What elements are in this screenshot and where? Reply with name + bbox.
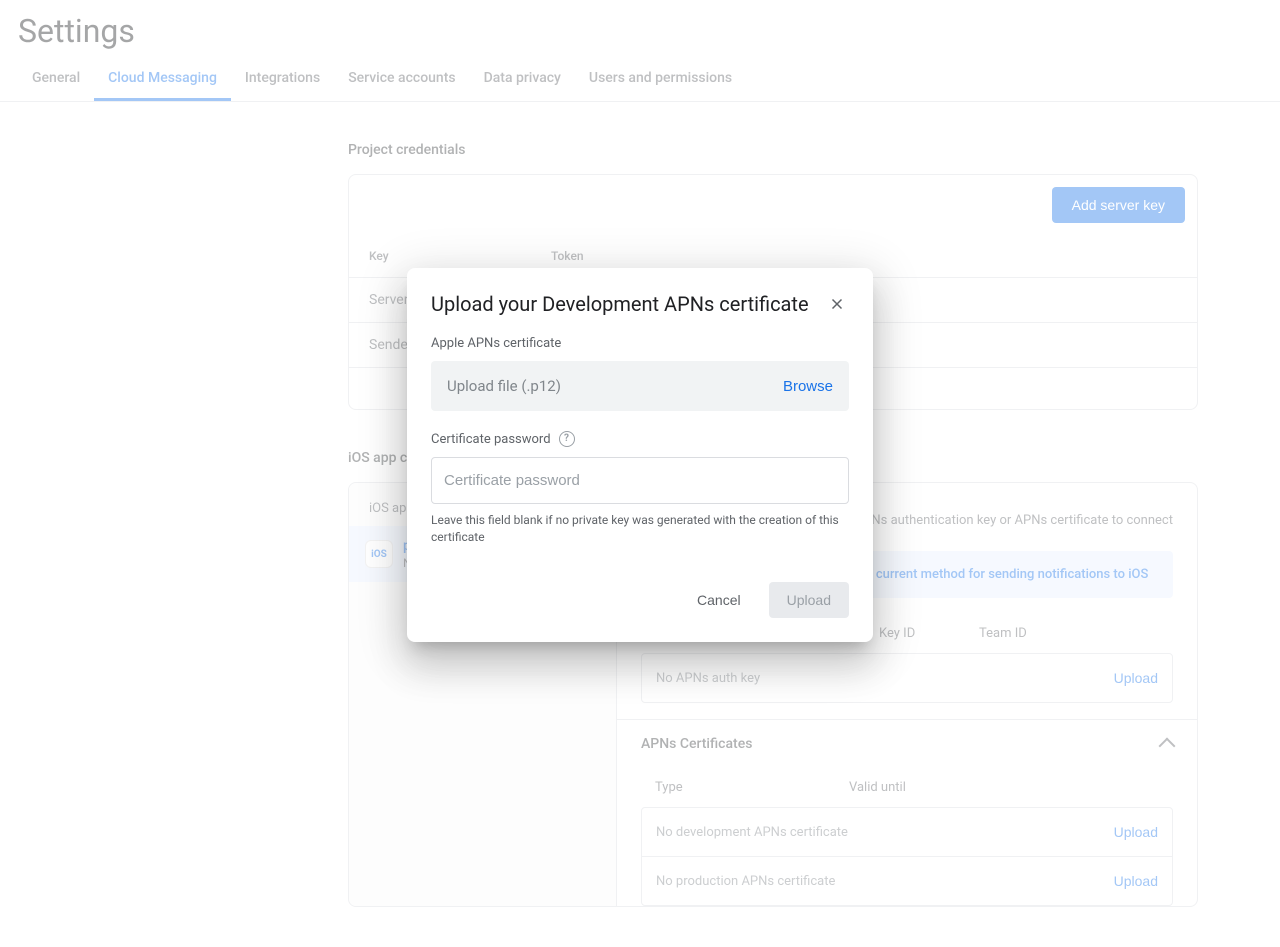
close-icon[interactable] (825, 292, 849, 316)
upload-placeholder: Upload file (.p12) (447, 377, 561, 395)
help-icon[interactable]: ? (559, 431, 575, 447)
modal-title: Upload your Development APNs certificate (431, 292, 809, 316)
browse-button[interactable]: Browse (783, 378, 833, 395)
cancel-button[interactable]: Cancel (679, 582, 759, 618)
password-help-text: Leave this field blank if no private key… (431, 512, 849, 546)
apple-cert-label: Apple APNs certificate (431, 336, 849, 351)
password-label: Certificate password (431, 432, 551, 447)
modal-overlay: Upload your Development APNs certificate… (0, 0, 1280, 907)
upload-file-field[interactable]: Upload file (.p12) Browse (431, 361, 849, 411)
upload-button: Upload (769, 582, 849, 618)
certificate-password-input[interactable] (431, 457, 849, 504)
upload-cert-modal: Upload your Development APNs certificate… (407, 268, 873, 642)
